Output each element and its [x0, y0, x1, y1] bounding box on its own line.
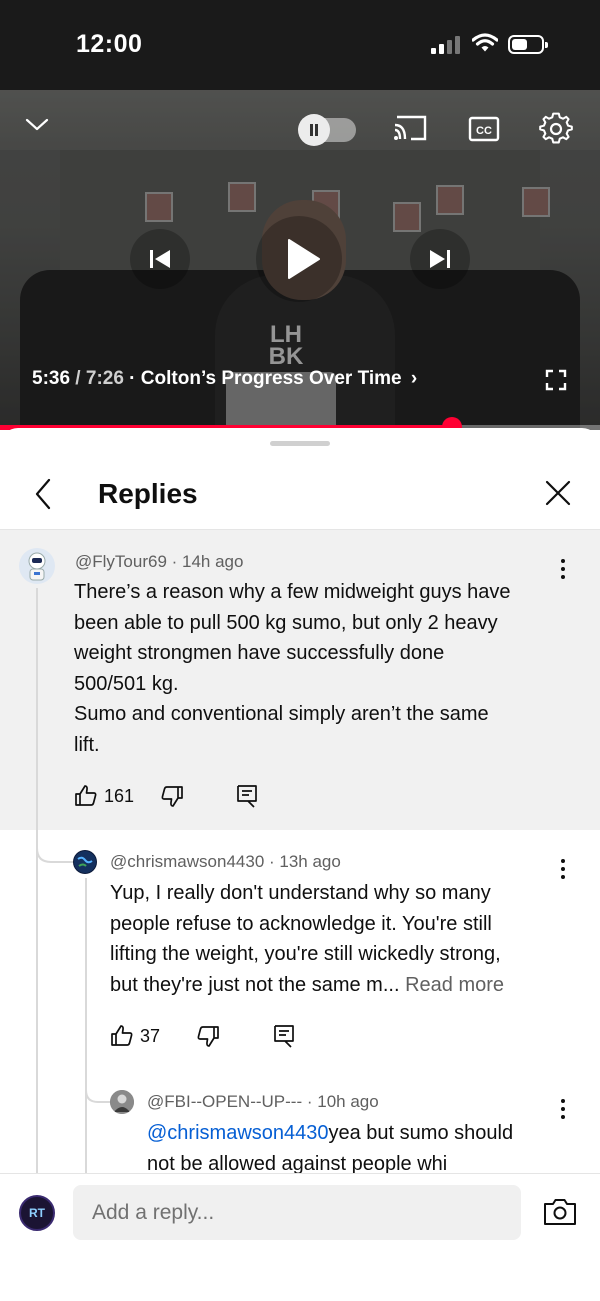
- thread-connector: [36, 588, 38, 1175]
- like-count: 161: [104, 785, 135, 806]
- comment-actions: 161: [74, 782, 274, 812]
- reply-line-text: but they're just not the same m...: [110, 973, 400, 996]
- reply-icon: [237, 785, 257, 808]
- like-count: 37: [140, 1025, 161, 1046]
- reply-line: but they're just not the same m... Read …: [110, 970, 570, 1001]
- parent-comment: @FlyTour69 · 14h ago There’s a reason wh…: [0, 530, 600, 830]
- status-time: 12:00: [76, 30, 143, 58]
- wifi-icon: [472, 33, 498, 52]
- cast-icon[interactable]: [392, 114, 428, 142]
- sheet-header: Replies: [0, 458, 600, 530]
- reply-meta: @FBI--OPEN--UP--- · 10h ago: [147, 1092, 379, 1111]
- comment-text: There’s a reason why a few midweight guy…: [74, 577, 574, 760]
- reply-handle[interactable]: @chrismawson4430: [110, 852, 264, 871]
- duration: 7:26: [85, 368, 124, 389]
- avatar[interactable]: [19, 548, 55, 584]
- globe-avatar-icon: [74, 851, 96, 873]
- time-and-chapter[interactable]: 5:36 / 7:26 · Colton’s Progress Over Tim…: [32, 368, 417, 390]
- play-icon: [288, 239, 320, 279]
- signal-icon: [431, 34, 461, 54]
- mention-link[interactable]: @chrismawson4430: [147, 1122, 329, 1144]
- comment-line: been able to pull 500 kg sumo, but only …: [74, 611, 498, 634]
- like-button[interactable]: 161: [74, 782, 134, 810]
- thread-connector-curve: [36, 830, 74, 863]
- reply-line: lifting the weight, you're still wickedl…: [110, 943, 501, 965]
- my-avatar[interactable]: RT: [19, 1195, 55, 1231]
- current-time: 5:36: [32, 368, 71, 389]
- avatar[interactable]: [110, 1090, 134, 1114]
- reply-time: 13h ago: [279, 852, 341, 871]
- reply-time: 10h ago: [317, 1092, 379, 1111]
- reply-actions: 37: [110, 1022, 310, 1052]
- fullscreen-icon[interactable]: [545, 369, 567, 391]
- reply-input[interactable]: [73, 1185, 521, 1240]
- read-more-link[interactable]: Read more: [405, 974, 504, 996]
- comment-line: lift.: [74, 733, 100, 756]
- comment-line: weight strongmen have successfully done: [74, 642, 445, 664]
- comment-line: There’s a reason why a few midweight guy…: [74, 581, 511, 603]
- close-icon[interactable]: [543, 478, 573, 508]
- thumbs-down-icon: [197, 1026, 219, 1047]
- avatar[interactable]: [73, 850, 97, 874]
- thumbs-up-icon: [75, 785, 97, 806]
- sheet-title: Replies: [98, 478, 198, 509]
- next-button[interactable]: [410, 229, 470, 289]
- gear-icon[interactable]: [539, 112, 573, 146]
- pause-icon: [298, 114, 330, 146]
- reply-line: @chrismawson4430yea but sumo should: [147, 1118, 577, 1149]
- autoplay-toggle[interactable]: [298, 114, 356, 146]
- cc-icon[interactable]: CC: [468, 115, 500, 143]
- dislike-button[interactable]: [196, 1022, 220, 1050]
- svg-text:CC: CC: [476, 125, 492, 137]
- back-arrow-icon[interactable]: [30, 476, 56, 512]
- comment-meta: @FlyTour69 · 14h ago: [75, 552, 244, 571]
- thread-connector-curve: [85, 1066, 111, 1103]
- camera-icon[interactable]: [543, 1198, 577, 1226]
- video-player[interactable]: LH BK CC 5:36 / 7:26 · Colton’s Progress…: [0, 90, 600, 430]
- reply-icon: [274, 1025, 294, 1048]
- chapter-dot: ·: [123, 368, 141, 389]
- reply-line: not be allowed against people whi: [147, 1152, 448, 1175]
- battery-icon: [508, 35, 548, 54]
- next-icon: [430, 250, 450, 268]
- robot-avatar-icon: [28, 552, 46, 581]
- comment-line: 500/501 kg.: [74, 672, 179, 695]
- reply-text: @chrismawson4430yea but sumo should not …: [147, 1118, 577, 1175]
- replies-sheet: Replies @FlyTour69 · 14h ago There’s a r…: [0, 428, 600, 1301]
- reply-handle[interactable]: @FBI--OPEN--UP---: [147, 1092, 302, 1111]
- person-avatar-icon: [110, 1090, 134, 1114]
- reply-composer: RT: [0, 1173, 600, 1301]
- reply-button[interactable]: [273, 1022, 295, 1050]
- drag-handle[interactable]: [270, 441, 330, 446]
- reply-line: Yup, I really don't understand why so ma…: [110, 882, 491, 904]
- previous-button[interactable]: [130, 229, 190, 289]
- comment-time: 14h ago: [182, 552, 244, 571]
- comment-handle[interactable]: @FlyTour69: [75, 552, 167, 571]
- time-separator: /: [70, 368, 86, 389]
- reply-text: Yup, I really don't understand why so ma…: [110, 878, 570, 1000]
- status-bar: 12:00: [0, 0, 600, 90]
- reply-meta: @chrismawson4430 · 13h ago: [110, 852, 341, 871]
- reply-button[interactable]: [236, 782, 258, 810]
- thumbs-up-icon: [111, 1025, 133, 1046]
- thumbs-down-icon: [161, 786, 183, 807]
- comment-line: Sumo and conventional simply aren’t the …: [74, 703, 489, 725]
- like-button[interactable]: 37: [110, 1022, 160, 1050]
- dislike-button[interactable]: [160, 782, 184, 810]
- replies-thread[interactable]: @FlyTour69 · 14h ago There’s a reason wh…: [0, 530, 600, 1175]
- chevron-down-icon[interactable]: [24, 114, 50, 134]
- reply-line-text: yea but sumo should: [328, 1122, 514, 1144]
- play-pause-button[interactable]: [256, 216, 342, 302]
- reply-line: people refuse to acknowledge it. You're …: [110, 912, 492, 935]
- chevron-right-icon: ›: [410, 368, 418, 389]
- chapter-title[interactable]: Colton’s Progress Over Time: [141, 368, 402, 389]
- thread-connector: [85, 878, 87, 1175]
- previous-icon: [150, 250, 170, 268]
